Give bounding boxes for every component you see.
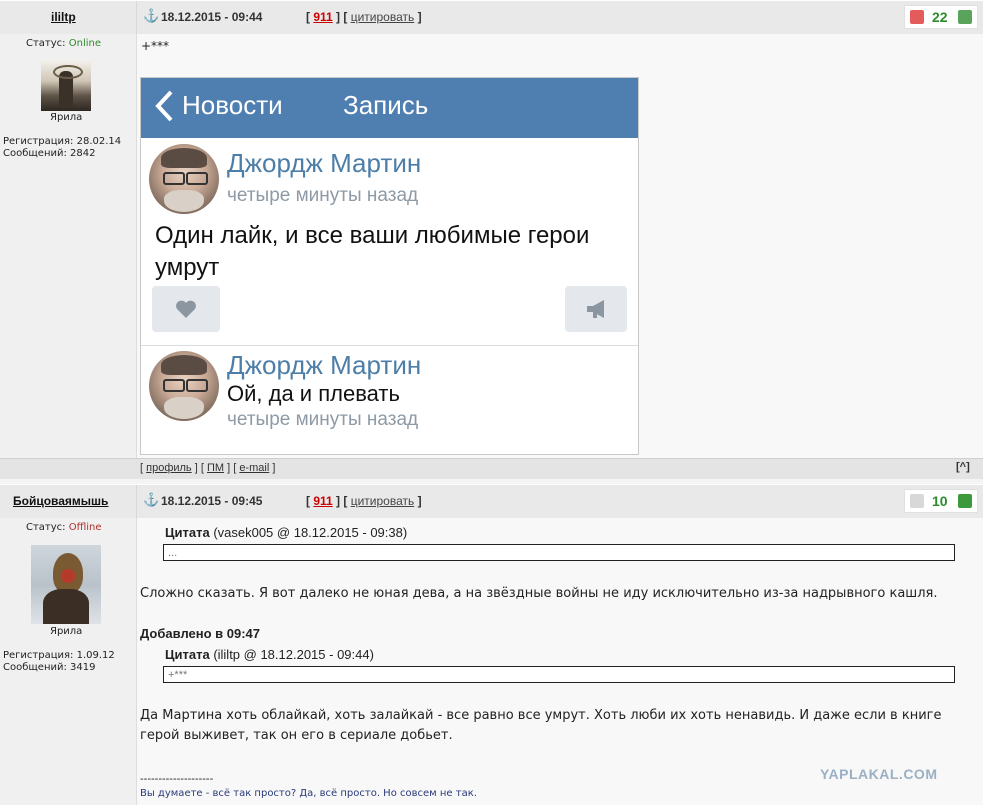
vk-post-text: Один лайк, и все ваши любимые герои умру… xyxy=(155,222,590,281)
status-line: Статус: Offline xyxy=(26,522,102,533)
user-registered: Регистрация: 1.09.12 xyxy=(3,650,115,661)
vk-header: Новости Запись xyxy=(141,78,638,138)
post-author-link[interactable]: ililtp xyxy=(51,10,76,24)
vk-comment-author: Джордж Мартин xyxy=(227,350,422,380)
user-rank: Ярила xyxy=(50,112,83,123)
signature-separator: -------------------- xyxy=(140,773,214,785)
watermark-logo: YAPLAKAL.COM xyxy=(820,766,938,782)
rating-value: 10 xyxy=(932,493,948,509)
heart-icon xyxy=(176,300,196,318)
quote-link[interactable]: цитировать xyxy=(351,494,415,508)
signature: Вы думаете - всё так просто? Да, всё про… xyxy=(140,788,477,799)
quote-link[interactable]: цитировать xyxy=(351,10,415,24)
scroll-top-button[interactable]: [^] xyxy=(956,461,970,473)
vk-post-time: четыре минуты назад xyxy=(227,185,419,206)
user-messages: Сообщений: 2842 xyxy=(3,148,96,159)
share-button[interactable] xyxy=(565,286,627,332)
profile-link[interactable]: профиль xyxy=(146,462,192,474)
user-avatar[interactable] xyxy=(31,545,101,624)
added-note: Добавлено в 09:47 xyxy=(140,626,261,641)
post-footer-1: [ профиль ] [ ПМ ] [ e-mail ] [^] xyxy=(0,458,983,479)
profile-links: [ профиль ] [ ПМ ] [ e-mail ] xyxy=(140,462,276,474)
user-messages: Сообщений: 3419 xyxy=(3,662,96,673)
post-header-1: ililtp ⚓ 18.12.2015 - 09:44 [ 911 ] [ ци… xyxy=(0,0,983,35)
rating-box: 10 xyxy=(904,489,978,513)
vk-comment-text: Ой, да и плевать xyxy=(227,381,400,406)
pm-link[interactable]: ПМ xyxy=(207,462,224,474)
post-datetime: 18.12.2015 - 09:44 xyxy=(161,10,263,24)
status-online: Online xyxy=(68,38,101,49)
post-author-link[interactable]: Бойцоваямышь xyxy=(13,494,108,508)
vk-author-avatar xyxy=(149,144,219,214)
thumbs-down-icon[interactable] xyxy=(910,10,924,24)
vk-back-label: Новости xyxy=(182,90,283,120)
user-panel-2: Статус: Offline Ярила Регистрация: 1.09.… xyxy=(0,518,137,805)
email-link[interactable]: e-mail xyxy=(239,462,269,474)
vk-comment-time: четыре минуты назад xyxy=(227,409,419,430)
quote-box-1: ... xyxy=(163,544,955,561)
like-button[interactable] xyxy=(152,286,220,332)
quote-box-2: +*** xyxy=(163,666,955,683)
user-rank: Ярила xyxy=(50,626,83,637)
user-registered: Регистрация: 28.02.14 xyxy=(3,136,122,147)
thumbs-up-icon[interactable] xyxy=(958,10,972,24)
chevron-left-icon xyxy=(155,90,173,122)
vk-author-name: Джордж Мартин xyxy=(227,148,422,178)
post-text-1: Сложно сказать. Я вот далеко не юная дев… xyxy=(140,586,938,601)
divider xyxy=(141,345,638,346)
status-offline: Offline xyxy=(68,522,102,533)
post-header-2: Бойцоваямышь ⚓ 18.12.2015 - 09:45 [ 911 … xyxy=(0,484,983,519)
thumbs-down-icon[interactable] xyxy=(910,494,924,508)
post-datetime: 18.12.2015 - 09:45 xyxy=(161,494,263,508)
quote-header-1: Цитата (vasek005 @ 18.12.2015 - 09:38) xyxy=(165,525,408,540)
user-panel-1: Статус: Online Ярила Регистрация: 28.02.… xyxy=(0,34,137,458)
rating-value: 22 xyxy=(932,9,948,25)
post-text-2-line1: Да Мартина хоть облайкай, хоть залайкай … xyxy=(140,708,942,723)
megaphone-icon xyxy=(587,300,604,318)
post-actions: [ 911 ] [ цитировать ] xyxy=(306,494,422,508)
post-text-2-line2: герой выживет, так он его в сериале добь… xyxy=(140,728,453,743)
badge-911-link[interactable]: 911 xyxy=(313,494,332,508)
user-avatar[interactable] xyxy=(41,61,91,111)
status-line: Статус: Online xyxy=(26,38,101,49)
post-body-text: +*** xyxy=(141,39,170,53)
vk-title: Запись xyxy=(343,90,429,120)
embedded-image[interactable]: Новости Запись Джордж Мартин четыре мину… xyxy=(140,77,639,455)
post-actions: [ 911 ] [ цитировать ] xyxy=(306,10,422,24)
rating-box: 22 xyxy=(904,5,978,29)
anchor-icon[interactable]: ⚓ xyxy=(143,492,159,508)
quote-header-2: Цитата (ililtp @ 18.12.2015 - 09:44) xyxy=(165,647,374,662)
anchor-icon[interactable]: ⚓ xyxy=(143,8,159,24)
thumbs-up-icon[interactable] xyxy=(958,494,972,508)
vk-comment-avatar xyxy=(149,351,219,421)
badge-911-link[interactable]: 911 xyxy=(313,10,332,24)
